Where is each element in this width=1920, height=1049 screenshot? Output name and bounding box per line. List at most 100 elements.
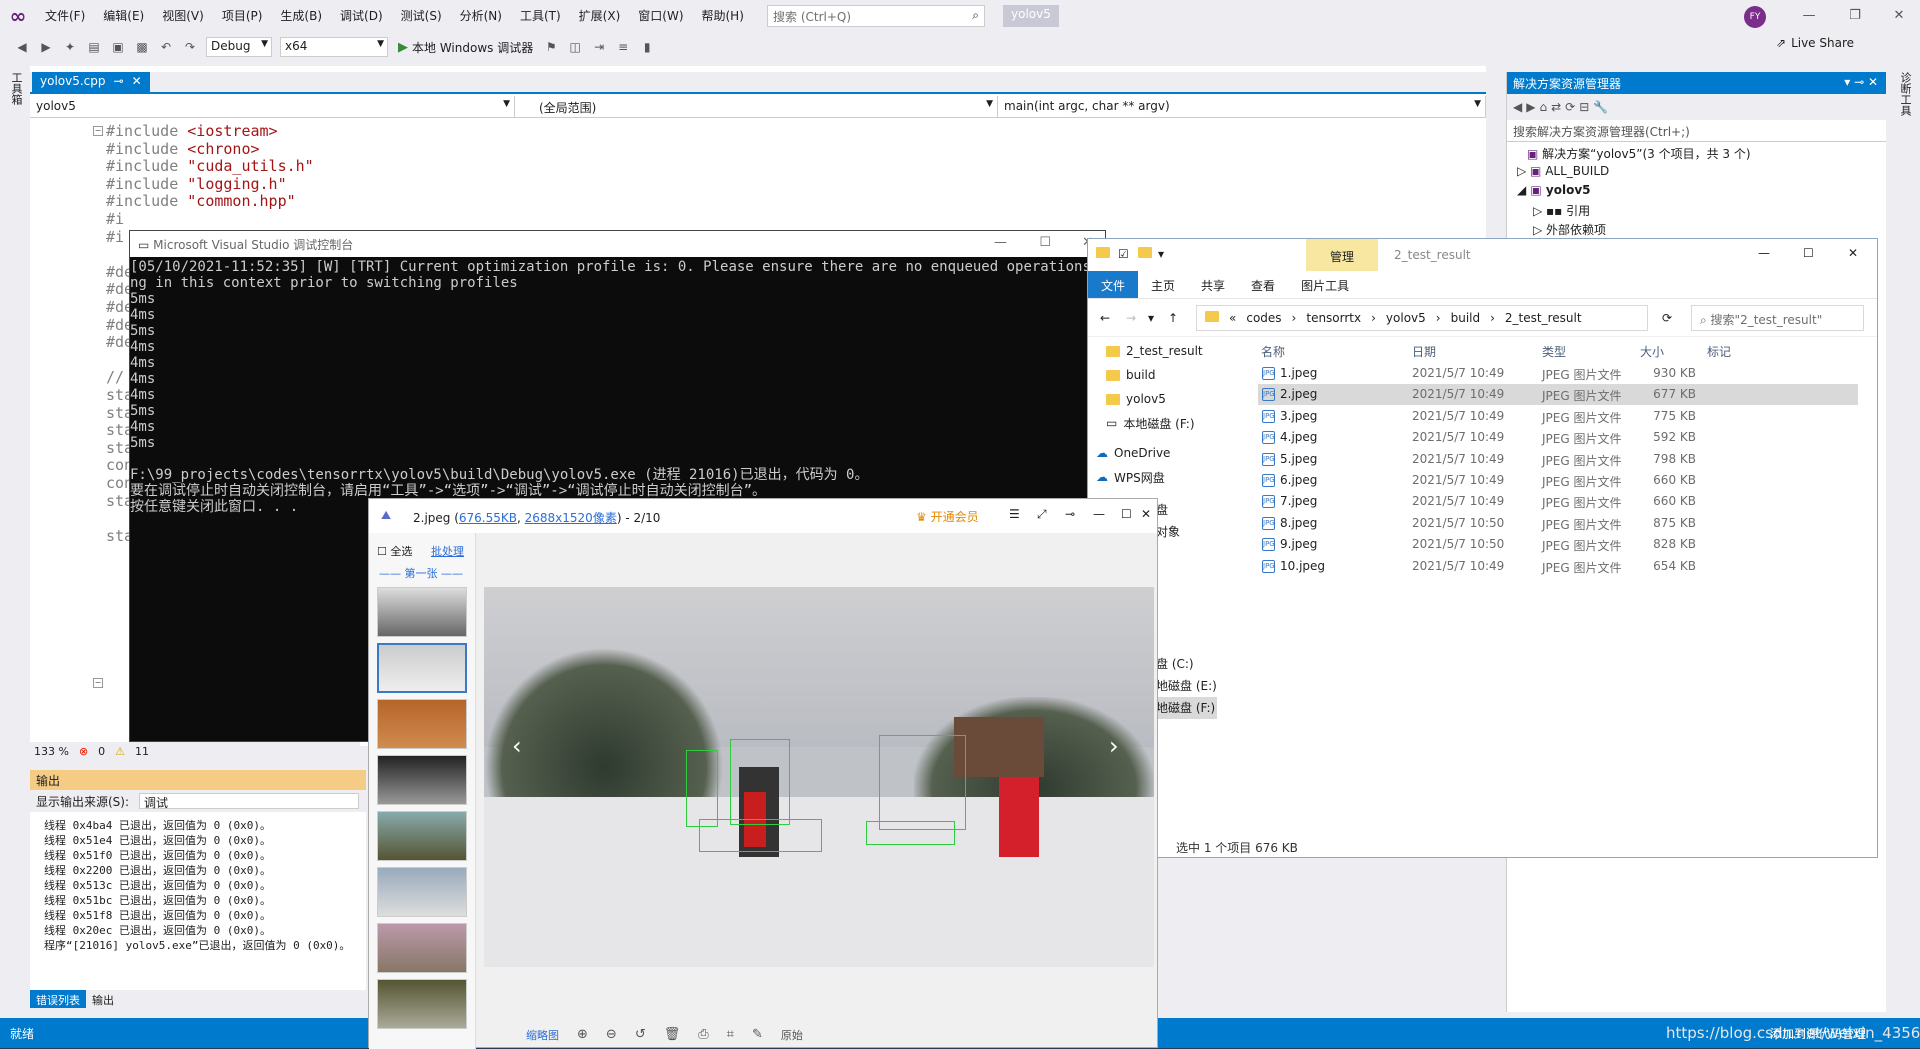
menu-build[interactable]: 生成(B) [271, 0, 331, 32]
nav-item-2-test-result[interactable]: 2_test_result [1088, 337, 1213, 361]
platform-select[interactable]: x64 ▼ [280, 37, 388, 57]
nav-partial[interactable]: 对象 [1156, 521, 1217, 543]
thumbnail-icon[interactable]: 缩略图 [526, 1027, 559, 1049]
expand-icon[interactable]: ▷ [1517, 164, 1530, 178]
fold-toggle-icon[interactable]: − [93, 126, 103, 136]
address-bar[interactable]: « codes › tensorrtx › yolov5 › build › 2_tes… [1196, 305, 1648, 331]
nav-item-yolov5[interactable]: yolov5 [1088, 385, 1213, 409]
menu-debug[interactable]: 调试(D) [331, 0, 392, 32]
tree-item-all-build[interactable]: ▷ ▣ ALL_BUILD [1507, 164, 1886, 183]
forward-icon[interactable]: ▶ [1526, 100, 1535, 114]
col-size[interactable]: 大小 [1640, 343, 1664, 360]
manage-tab[interactable]: 管理 [1306, 239, 1378, 271]
properties-icon[interactable]: ☑ [1118, 247, 1129, 261]
overflow-icon[interactable]: « [1229, 311, 1236, 325]
maximize-button[interactable]: ☐ [1039, 235, 1051, 250]
explorer-search-input[interactable]: ⌕ 搜索"2_test_result" [1691, 305, 1864, 331]
zoom-level[interactable]: 133 % [34, 745, 69, 758]
configuration-select[interactable]: Debug ▼ [206, 37, 272, 57]
viewer-file-size[interactable]: 676.55KB [459, 511, 517, 525]
thumbnail-selected[interactable] [377, 643, 467, 693]
thumbnail[interactable] [377, 867, 467, 917]
print-icon[interactable]: ⎙ [698, 1027, 708, 1049]
file-row[interactable]: JPG 4.jpeg 2021/5/7 10:49 JPEG 图片文件 592 KB [1258, 427, 1858, 448]
function-dropdown[interactable]: main(int argc, char ** argv) ▼ [998, 96, 1486, 118]
nav-item-wps[interactable]: ☁ WPS网盘 [1088, 463, 1213, 487]
hot-reload-icon[interactable]: ⚑ [541, 37, 561, 57]
bookmark-icon[interactable]: ▮ [637, 37, 657, 57]
ribbon-picture-tools[interactable]: 图片工具 [1288, 271, 1362, 298]
new-project-icon[interactable]: ✦ [60, 37, 80, 57]
nav-partial[interactable]: 地磁盘 (E:) [1156, 675, 1217, 697]
back-icon[interactable]: ◀ [1513, 100, 1522, 114]
thumbnail[interactable] [377, 923, 467, 973]
thumbnail[interactable] [377, 979, 467, 1029]
solution-search-input[interactable]: 搜索解决方案资源管理器(Ctrl+;) [1507, 120, 1886, 142]
thumbnail[interactable] [377, 699, 467, 749]
nav-partial[interactable]: 地磁盘 (F:) [1156, 697, 1217, 719]
close-button[interactable]: ✕ [1141, 507, 1151, 521]
menu-file[interactable]: 文件(F) [36, 0, 94, 32]
maximize-button[interactable]: ☐ [1121, 507, 1132, 521]
zoom-out-icon[interactable]: ⊖ [606, 1027, 617, 1049]
pane-options-icon[interactable]: ▾ ⊸ ✕ [1844, 75, 1878, 89]
crumb[interactable]: yolov5 [1386, 311, 1426, 325]
close-button[interactable]: ✕ [1848, 246, 1858, 260]
recent-dropdown-icon[interactable]: ▾ [1148, 311, 1154, 325]
fold-toggle-icon[interactable]: − [93, 678, 103, 688]
crumb[interactable]: 2_test_result [1505, 311, 1582, 325]
quick-access-dropdown-icon[interactable]: ▾ [1158, 247, 1164, 261]
menu-edit[interactable]: 编辑(E) [94, 0, 153, 32]
next-image-icon[interactable]: › [1109, 732, 1119, 760]
restore-button[interactable]: ❐ [1832, 0, 1878, 32]
maximize-button[interactable]: ☐ [1803, 246, 1814, 260]
forward-icon[interactable]: → [1126, 311, 1136, 325]
file-row[interactable]: JPG 9.jpeg 2021/5/7 10:50 JPEG 图片文件 828 KB [1258, 534, 1858, 555]
nav-item-drive-f[interactable]: ▭ 本地磁盘 (F:) [1088, 409, 1213, 433]
comment-icon[interactable]: ≡ [613, 37, 633, 57]
minimize-button[interactable]: — [1758, 246, 1770, 260]
start-debugging-button[interactable]: ▶ 本地 Windows 调试器 [398, 39, 533, 56]
save-icon[interactable]: ▣ [108, 37, 128, 57]
vip-button[interactable]: ♛ 开通会员 [916, 508, 979, 525]
minimize-button[interactable]: — [994, 235, 1007, 250]
menu-help[interactable]: 帮助(H) [693, 0, 753, 32]
thumbnail[interactable] [377, 755, 467, 805]
forward-icon[interactable]: ▶ [36, 37, 56, 57]
nav-partial[interactable]: 盘 (C:) [1156, 653, 1217, 675]
save-all-icon[interactable]: ▩ [132, 37, 152, 57]
fullscreen-icon[interactable]: ⤢ [1037, 507, 1047, 522]
avatar[interactable]: FY [1744, 6, 1766, 28]
error-count[interactable]: 0 [98, 745, 105, 758]
new-folder-icon[interactable] [1138, 247, 1152, 261]
crumb[interactable]: codes [1246, 311, 1281, 325]
actual-size-label[interactable]: 原始 [781, 1027, 803, 1049]
switch-view-icon[interactable]: ⇄ [1551, 100, 1561, 114]
live-share-button[interactable]: ⇗ Live Share [1776, 36, 1854, 50]
menu-analyze[interactable]: 分析(N) [451, 0, 511, 32]
tab-yolov5-cpp[interactable]: yolov5.cpp ⊸ ✕ [32, 72, 150, 92]
thumbnail[interactable] [377, 811, 467, 861]
properties-icon[interactable]: 🔧 [1593, 100, 1608, 114]
add-to-source-control[interactable]: 添加到源代码管理 [1770, 1025, 1866, 1042]
ribbon-share[interactable]: 共享 [1188, 271, 1238, 298]
menu-window[interactable]: 窗口(W) [629, 0, 692, 32]
close-button[interactable]: ✕ [1876, 0, 1920, 32]
previous-image-icon[interactable]: ‹ [512, 732, 522, 760]
file-row[interactable]: JPG 8.jpeg 2021/5/7 10:50 JPEG 图片文件 875 KB [1258, 513, 1858, 534]
screenshot-icon[interactable]: ◫ [565, 37, 585, 57]
pin-icon[interactable]: ⊸ [114, 74, 124, 90]
ribbon-file[interactable]: 文件 [1088, 271, 1139, 298]
open-icon[interactable]: ▤ [84, 37, 104, 57]
viewer-file-dims[interactable]: 2688x1520像素 [525, 511, 617, 525]
col-tags[interactable]: 标记 [1707, 343, 1731, 360]
menu-view[interactable]: 视图(V) [153, 0, 213, 32]
thumbnail[interactable] [377, 587, 467, 637]
redo-icon[interactable]: ↷ [180, 37, 200, 57]
file-row[interactable]: JPG 6.jpeg 2021/5/7 10:49 JPEG 图片文件 660 KB [1258, 470, 1858, 491]
ribbon-home[interactable]: 主页 [1138, 271, 1188, 298]
sync-icon[interactable]: ⟳ [1565, 100, 1575, 114]
step-icon[interactable]: ⇥ [589, 37, 609, 57]
tree-item-solution[interactable]: ▣ 解决方案“yolov5”(3 个项目，共 3 个) [1507, 145, 1886, 164]
file-row[interactable]: JPG 2.jpeg 2021/5/7 10:49 JPEG 图片文件 677 KB [1258, 384, 1858, 406]
